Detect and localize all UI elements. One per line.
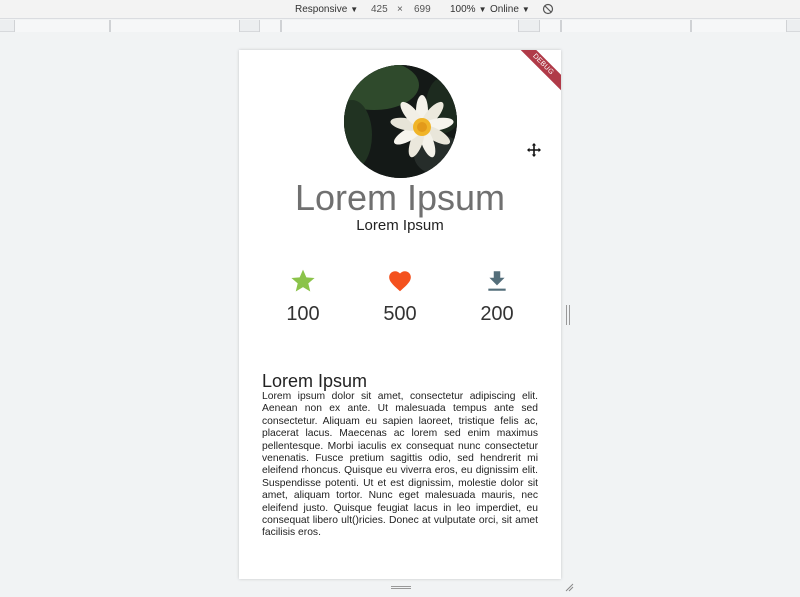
stat-stars: 100 — [263, 268, 343, 326]
stat-value: 500 — [383, 303, 417, 325]
height-input[interactable]: 699 — [414, 0, 431, 19]
stat-downloads: 200 — [457, 268, 537, 326]
stat-value: 200 — [480, 303, 514, 325]
device-toolbar: Responsive ▼ 425 × 699 100% ▼ Online ▼ — [0, 0, 800, 19]
page-title: Lorem Ipsum — [294, 177, 506, 218]
device-label: Responsive — [295, 4, 348, 15]
page-subtitle: Lorem Ipsum — [356, 217, 444, 234]
resize-handle-bottom[interactable] — [391, 585, 411, 590]
stat-value: 100 — [286, 303, 320, 325]
move-cursor-icon — [527, 143, 541, 157]
water-lily-image — [344, 65, 457, 178]
network-label: Online — [490, 4, 519, 15]
resize-handle-corner[interactable] — [564, 582, 574, 592]
body-text: Lorem ipsum dolor sit amet, consectetur … — [262, 391, 538, 539]
dropdown-arrow-icon: ▼ — [350, 5, 359, 14]
stat-likes: 500 — [360, 268, 440, 326]
zoom-label: 100% — [450, 4, 476, 15]
debug-banner: DEBUG — [514, 50, 561, 94]
rotate-icon[interactable] — [542, 3, 554, 15]
dropdown-arrow-icon: ▼ — [521, 5, 530, 14]
dimension-separator: × — [397, 4, 403, 15]
avatar — [344, 65, 457, 178]
device-viewport: DEBUG Lorem Ipsum Lorem Ipsum 100 500 20… — [239, 50, 561, 579]
section-title: Lorem Ipsum — [262, 371, 368, 391]
resize-handle-right[interactable] — [565, 305, 571, 325]
zoom-select[interactable]: 100% ▼ — [450, 0, 487, 19]
width-input[interactable]: 425 — [371, 0, 388, 19]
media-query-ruler[interactable] — [0, 20, 800, 32]
star-icon — [291, 269, 315, 292]
dropdown-arrow-icon: ▼ — [478, 5, 487, 14]
download-icon — [488, 271, 506, 291]
device-select[interactable]: Responsive ▼ — [295, 0, 358, 19]
heart-icon — [389, 271, 411, 292]
network-select[interactable]: Online ▼ — [490, 0, 530, 19]
